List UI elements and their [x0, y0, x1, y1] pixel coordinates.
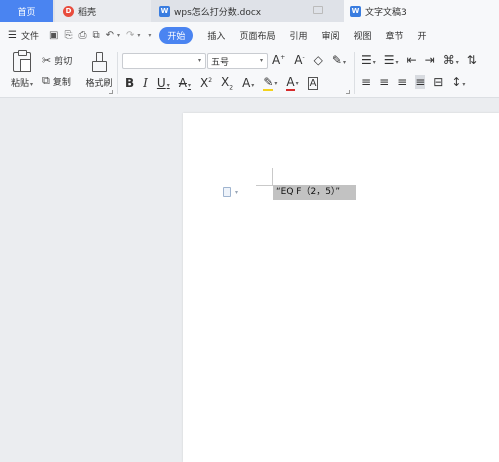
- highlight-dropdown-icon[interactable]: ▾: [274, 80, 277, 87]
- justify-icon[interactable]: ≡: [415, 75, 426, 89]
- document-canvas[interactable]: [0, 99, 499, 462]
- copy-button[interactable]: ⧉ 复制: [42, 74, 71, 88]
- align-left-icon[interactable]: ≡: [361, 75, 371, 89]
- file-menu-button[interactable]: ☰ 文件: [8, 29, 39, 42]
- field-code-selection[interactable]: “EQ F（2，5）”: [273, 185, 356, 200]
- line-spacing-icon[interactable]: ↕▾: [451, 75, 465, 89]
- tab-docer-label: 稻壳: [78, 7, 97, 18]
- paragraph-handle[interactable]: ▾: [223, 187, 238, 197]
- tab-document-2[interactable]: W 文字文稿3: [344, 0, 499, 22]
- tab-insert[interactable]: 插入: [207, 29, 225, 42]
- tab-bar: 首页 D 稻壳 W wps怎么打分数.docx W 文字文稿3: [0, 0, 499, 22]
- font-color-icon[interactable]: A: [286, 75, 295, 92]
- paragraph-doc-icon: [223, 187, 231, 197]
- tab-document-2-label: 文字文稿3: [365, 7, 407, 18]
- format-painter-button[interactable]: 格式刷: [84, 52, 114, 89]
- clipboard-group-launcher-icon[interactable]: [109, 90, 113, 94]
- scissors-icon: ✂: [42, 54, 52, 67]
- grow-font-icon[interactable]: A+: [272, 53, 285, 67]
- export-icon[interactable]: ⎘: [64, 30, 72, 41]
- numbering-icon[interactable]: ☰▾: [384, 53, 399, 67]
- paste-dropdown-icon[interactable]: ▾: [30, 81, 33, 88]
- bullets-icon[interactable]: ☰▾: [361, 53, 376, 67]
- tab-chapter[interactable]: 章节: [386, 29, 404, 42]
- chevron-down-icon: ▾: [235, 188, 239, 196]
- quick-access-toolbar: ▣ ⎘ ⎙ ⧉ ↶ ▾ ↷ ▾ ▾: [49, 30, 151, 41]
- font-name-select[interactable]: ▾: [122, 53, 206, 69]
- paragraph-row-2: ≡ ≡ ≡ ≡ ⊟ ↕▾: [361, 75, 465, 89]
- chevron-down-icon: ▾: [259, 57, 263, 64]
- tab-home[interactable]: 首页: [0, 0, 53, 22]
- increase-indent-icon[interactable]: ⇥: [425, 53, 435, 67]
- tab-review[interactable]: 审阅: [321, 29, 339, 42]
- font-color-dropdown-icon[interactable]: ▾: [296, 80, 299, 87]
- chinese-layout-icon[interactable]: ⌘▾: [443, 53, 459, 67]
- save-icon[interactable]: ▣: [49, 30, 58, 41]
- tab-docer[interactable]: D 稻壳: [55, 0, 151, 22]
- tab-start[interactable]: 开始: [159, 26, 194, 44]
- redo-dropdown-icon[interactable]: ▾: [137, 32, 140, 39]
- tab-page-layout[interactable]: 页面布局: [239, 29, 275, 42]
- window-dock-icon[interactable]: [313, 6, 323, 14]
- chevron-down-icon: ▾: [197, 57, 201, 64]
- format-painter-label: 格式刷: [85, 79, 113, 89]
- customize-toolbar-icon[interactable]: ▾: [148, 32, 151, 39]
- paragraph-row-1: ☰▾ ☰▾ ⇤ ⇥ ⌘▾ ⇅: [361, 53, 477, 67]
- italic-icon[interactable]: I: [143, 76, 148, 90]
- cut-label: 剪切: [54, 57, 73, 67]
- highlight-icon[interactable]: ✎: [263, 75, 274, 92]
- docer-icon: D: [63, 5, 74, 17]
- tab-developer[interactable]: 开: [418, 29, 427, 42]
- copy-icon: ⧉: [42, 74, 50, 87]
- font-tools-row: A+ A- ◇ ✎▾: [272, 53, 346, 67]
- align-right-icon[interactable]: ≡: [397, 75, 407, 89]
- strikethrough-icon[interactable]: A▾: [179, 76, 191, 90]
- font-group-launcher-icon[interactable]: [346, 90, 350, 94]
- bold-icon[interactable]: B: [125, 76, 134, 90]
- cut-button[interactable]: ✂ 剪切: [42, 54, 72, 67]
- divider: [354, 52, 355, 94]
- file-menu-label: 文件: [20, 31, 39, 42]
- ribbon-start: 粘贴▾ ✂ 剪切 ⧉ 复制 格式刷 ▾ 五号 ▾ A+ A- ◇ ✎▾ B I …: [0, 48, 499, 98]
- brush-icon: [92, 52, 107, 72]
- shrink-font-icon[interactable]: A-: [294, 53, 304, 67]
- redo-icon[interactable]: ↷: [126, 30, 134, 41]
- tab-document-1[interactable]: W wps怎么打分数.docx: [153, 0, 343, 22]
- distributed-icon[interactable]: ⊟: [433, 75, 443, 89]
- hamburger-icon: ☰: [8, 29, 17, 41]
- margin-marker: [256, 185, 273, 186]
- font-size-value: 五号: [211, 57, 230, 68]
- wps-writer-window: 首页 D 稻壳 W wps怎么打分数.docx W 文字文稿3 ☰ 文件 ▣ ⎘…: [0, 0, 499, 462]
- phonetic-guide-icon[interactable]: ✎▾: [332, 53, 346, 67]
- writer-doc-icon: W: [350, 5, 361, 17]
- text-effect-icon[interactable]: A▾: [242, 76, 254, 90]
- sort-icon[interactable]: ⇅: [467, 53, 477, 67]
- tab-view[interactable]: 视图: [353, 29, 371, 42]
- character-border-icon[interactable]: A: [307, 76, 319, 90]
- margin-marker: [272, 168, 273, 186]
- subscript-icon[interactable]: X2: [221, 75, 233, 91]
- undo-icon[interactable]: ↶: [106, 30, 114, 41]
- document-page[interactable]: [183, 113, 499, 462]
- superscript-icon[interactable]: X2: [200, 76, 212, 90]
- underline-icon[interactable]: U▾: [157, 76, 170, 90]
- copy-label: 复制: [52, 77, 71, 88]
- align-center-icon[interactable]: ≡: [379, 75, 389, 89]
- clipboard-icon: [13, 50, 31, 72]
- print-preview-icon[interactable]: ⧉: [92, 30, 99, 41]
- clear-format-icon[interactable]: ◇: [314, 53, 323, 67]
- decrease-indent-icon[interactable]: ⇤: [407, 53, 417, 67]
- menu-bar: ☰ 文件 ▣ ⎘ ⎙ ⧉ ↶ ▾ ↷ ▾ ▾ 开始 插入 页面布局 引用 审阅 视图…: [0, 22, 499, 48]
- format-row: B I U▾ A▾ X2 X2 A▾ ✎ ▾ A ▾ A: [125, 75, 319, 92]
- tab-references[interactable]: 引用: [289, 29, 307, 42]
- paste-button[interactable]: 粘贴▾: [8, 50, 36, 89]
- tab-document-1-label: wps怎么打分数.docx: [174, 7, 262, 18]
- font-size-select[interactable]: 五号 ▾: [207, 53, 268, 69]
- writer-doc-icon: W: [159, 5, 170, 17]
- tab-home-label: 首页: [17, 7, 36, 18]
- print-icon[interactable]: ⎙: [78, 30, 86, 41]
- divider: [117, 52, 118, 94]
- undo-dropdown-icon[interactable]: ▾: [117, 32, 120, 39]
- paste-label: 粘贴: [10, 79, 29, 89]
